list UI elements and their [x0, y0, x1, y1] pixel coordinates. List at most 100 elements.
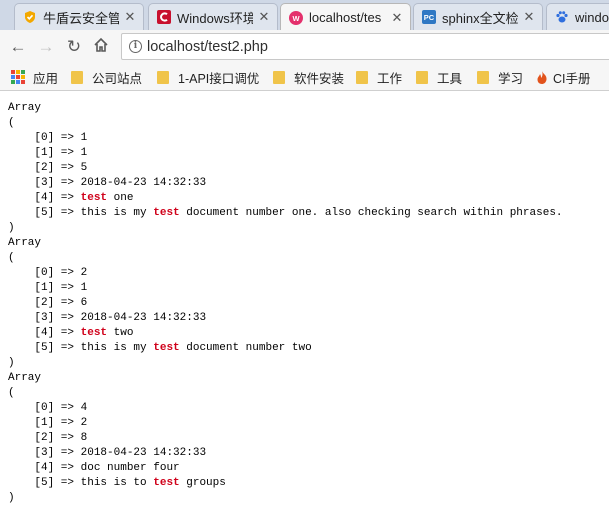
field-key: [3] => [34, 447, 81, 459]
field-value: document number one. also checking searc… [179, 207, 563, 219]
close-icon[interactable]: ✕ [390, 10, 404, 26]
folder-icon [157, 70, 169, 84]
tab-5[interactable]: windo [546, 3, 609, 30]
field-key: [5] => [34, 207, 81, 219]
bookmark-label: 工作 [377, 71, 403, 86]
array-field: [1] => 1 [8, 282, 87, 294]
close-icon[interactable]: ✕ [522, 9, 536, 25]
array-field: [3] => 2018-04-23 14:32:33 [8, 447, 206, 459]
search-highlight: test [153, 342, 180, 354]
array-field: [0] => 4 [8, 402, 87, 414]
array-block: Array ( [0] => 1 [1] => 1 [2] => 5 [3] =… [8, 102, 563, 234]
search-highlight: test [153, 477, 180, 489]
tab-title: localhost/tes [309, 10, 382, 25]
tab-4[interactable]: PC sphinx全文检 ✕ [413, 3, 543, 30]
bookmark-label: 学习 [498, 71, 524, 86]
close-icon[interactable]: ✕ [123, 9, 137, 25]
bookmark-label: 应用 [33, 71, 59, 86]
array-field: [1] => 2 [8, 417, 87, 429]
svg-text:W: W [292, 14, 300, 23]
array-field: [5] => this is my test document number o… [8, 207, 563, 219]
bookmark-label: 软件安装 [294, 71, 345, 86]
array-field: [2] => 8 [8, 432, 87, 444]
field-key: [5] => [34, 342, 81, 354]
tab-strip: 牛盾云安全管 ✕ Windows环境 ✕ W localhost/tes ✕ P… [0, 0, 609, 30]
field-key: [4] => [34, 327, 81, 339]
tab-title: 牛盾云安全管 [43, 10, 119, 26]
field-value: 1 [80, 147, 88, 159]
bookmark-apps[interactable]: 应用 [11, 68, 58, 86]
bookmark-folder[interactable]: 工具 [416, 68, 462, 86]
bookmark-label: CI手册 [553, 71, 591, 86]
close-icon[interactable]: ✕ [257, 9, 271, 25]
bookmark-folder[interactable]: 工作 [356, 68, 402, 86]
field-key: [4] => [34, 462, 81, 474]
php-icon: W [289, 10, 303, 25]
pc-icon: PC [422, 10, 436, 24]
folder-icon [71, 70, 83, 84]
apps-grid-icon [11, 70, 25, 84]
array-header: Array [8, 237, 42, 249]
array-header: Array [8, 102, 42, 114]
info-icon[interactable]: i [129, 40, 142, 53]
bookmark-label: 1-API接口调优 [178, 71, 260, 86]
tab-3-active[interactable]: W localhost/tes ✕ [280, 3, 411, 30]
field-key: [1] => [34, 147, 81, 159]
field-value: groups [179, 477, 226, 489]
browser-toolbar: ← → ↻ i [0, 30, 609, 64]
address-bar[interactable]: i [121, 33, 609, 60]
field-value: this is my [80, 207, 154, 219]
page-content: Array ( [0] => 1 [1] => 1 [2] => 5 [3] =… [8, 101, 563, 506]
tab-1[interactable]: 牛盾云安全管 ✕ [14, 3, 144, 30]
field-key: [5] => [34, 477, 81, 489]
bookmarks-bar: 应用 公司站点 1-API接口调优 软件安装 工作 工具 学习 CI手册 [0, 64, 609, 91]
reload-icon[interactable]: ↻ [64, 37, 84, 57]
array-field: [3] => 2018-04-23 14:32:33 [8, 177, 206, 189]
field-value: 2018-04-23 14:32:33 [80, 447, 207, 459]
home-icon[interactable] [91, 36, 111, 56]
field-value: 1 [80, 282, 88, 294]
array-field: [4] => test two [8, 327, 133, 339]
field-value: 5 [80, 162, 88, 174]
field-value: 2 [80, 417, 88, 429]
field-value: document number two [179, 342, 312, 354]
field-value: 4 [80, 402, 88, 414]
array-block: Array ( [0] => 4 [1] => 2 [2] => 8 [3] =… [8, 372, 226, 504]
field-value: one [107, 192, 134, 204]
shield-icon [23, 10, 37, 24]
flame-icon [535, 70, 549, 85]
bookmark-folder[interactable]: 软件安装 [273, 68, 344, 86]
bookmark-folder[interactable]: 学习 [477, 68, 523, 86]
bookmark-folder[interactable]: 公司站点 [71, 68, 142, 86]
url-input[interactable] [147, 37, 607, 56]
field-key: [2] => [34, 297, 81, 309]
field-value: 1 [80, 132, 88, 144]
field-value: two [107, 327, 134, 339]
array-block: Array ( [0] => 2 [1] => 1 [2] => 6 [3] =… [8, 237, 312, 369]
array-field: [0] => 2 [8, 267, 87, 279]
svg-text:PC: PC [424, 13, 435, 22]
bookmark-label: 公司站点 [92, 71, 143, 86]
field-key: [0] => [34, 132, 81, 144]
tab-title: sphinx全文检 [442, 10, 518, 26]
field-value: 2018-04-23 14:32:33 [80, 312, 207, 324]
array-header: Array [8, 372, 42, 384]
field-value: 6 [80, 297, 88, 309]
array-field: [1] => 1 [8, 147, 87, 159]
back-arrow-icon[interactable]: ← [8, 37, 28, 57]
field-key: [2] => [34, 432, 81, 444]
bookmark-folder[interactable]: 1-API接口调优 [157, 68, 259, 86]
field-key: [2] => [34, 162, 81, 174]
array-open-paren: ( [8, 252, 15, 264]
tab-2[interactable]: Windows环境 ✕ [148, 3, 278, 30]
field-value: 8 [80, 432, 88, 444]
forward-arrow-icon[interactable]: → [36, 37, 56, 57]
field-value: this is to [80, 477, 154, 489]
c-logo-icon [157, 10, 171, 24]
array-field: [0] => 1 [8, 132, 87, 144]
folder-icon [273, 70, 285, 84]
field-key: [1] => [34, 417, 81, 429]
array-field: [5] => this is my test document number t… [8, 342, 312, 354]
array-field: [5] => this is to test groups [8, 477, 226, 489]
bookmark-ci-manual[interactable]: CI手册 [535, 68, 591, 86]
